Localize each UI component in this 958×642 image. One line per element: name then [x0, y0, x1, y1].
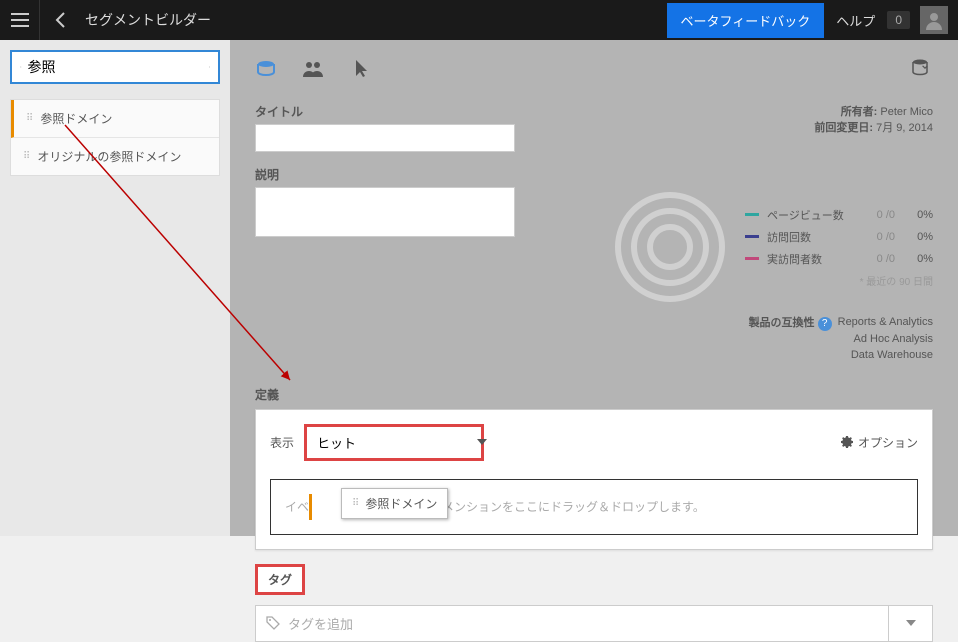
metric-swatch [745, 257, 759, 260]
notification-badge[interactable]: 0 [887, 11, 910, 29]
back-button[interactable] [40, 11, 80, 29]
metric-swatch [745, 235, 759, 238]
metric-row: 訪問回数 0 /0 0% [745, 229, 933, 245]
clear-icon[interactable] [209, 60, 211, 74]
caret-down-icon [477, 439, 487, 445]
audience-icon[interactable] [302, 57, 324, 84]
dimension-label: 参照ドメイン [40, 110, 112, 127]
dimension-item[interactable]: ⠿ オリジナルの参照ドメイン [11, 138, 219, 175]
help-icon[interactable]: ? [818, 317, 832, 331]
cursor-icon[interactable] [349, 57, 371, 84]
compat-products: Reports & Analytics Ad Hoc Analysis Data… [838, 314, 933, 364]
search-input[interactable] [28, 59, 209, 75]
owner-value: Peter Mico [880, 106, 933, 118]
title-input[interactable] [255, 124, 515, 152]
gear-icon [838, 433, 854, 452]
container-select[interactable]: ヒット [304, 424, 484, 461]
summary-donut [615, 192, 725, 302]
help-link[interactable]: ヘルプ [824, 11, 887, 30]
modified-value: 7月 9, 2014 [876, 122, 933, 134]
tag-input[interactable]: タグを追加 [255, 605, 889, 642]
page-title: セグメントビルダー [85, 10, 211, 30]
menu-button[interactable] [0, 0, 40, 40]
drag-handle-icon: ⠿ [352, 498, 359, 509]
metric-row: 実訪問者数 0 /0 0% [745, 251, 933, 267]
drag-handle-icon: ⠿ [23, 151, 29, 162]
compat-label: 製品の互換性 [749, 317, 815, 329]
modified-label: 前回変更日: [814, 122, 873, 134]
show-label: 表示 [270, 434, 294, 451]
avatar[interactable] [920, 6, 948, 34]
drag-chip[interactable]: ⠿ 参照ドメイン [341, 488, 448, 519]
options-button[interactable]: オプション [838, 433, 918, 452]
drag-handle-icon: ⠿ [26, 113, 32, 124]
metric-swatch [745, 213, 759, 216]
segments-icon[interactable] [255, 57, 277, 84]
dimension-label: オリジナルの参照ドメイン [37, 148, 181, 165]
search-icon [20, 60, 22, 74]
tag-dropdown[interactable] [889, 605, 933, 642]
description-label: 説明 [255, 166, 814, 183]
metric-row: ページビュー数 0 /0 0% [745, 207, 933, 223]
search-input-wrap[interactable] [10, 50, 220, 84]
tag-icon [266, 616, 280, 630]
owner-label: 所有者: [841, 106, 878, 118]
tags-label: タグ [255, 564, 305, 595]
definition-dropzone[interactable]: イベ ⠿ 参照ドメイン ィメンションをここにドラッグ＆ドロップします。 [270, 479, 918, 535]
metric-note: * 最近の 90 日間 [745, 273, 933, 288]
datasource-menu[interactable] [911, 57, 933, 84]
dropzone-accent [309, 494, 312, 520]
caret-down-icon [906, 620, 916, 626]
title-label: タイトル [255, 103, 814, 120]
description-input[interactable] [255, 187, 515, 237]
feedback-button[interactable]: ベータフィードバック [667, 3, 825, 38]
definition-label: 定義 [255, 386, 933, 403]
dimension-item[interactable]: ⠿ 参照ドメイン [11, 100, 219, 138]
